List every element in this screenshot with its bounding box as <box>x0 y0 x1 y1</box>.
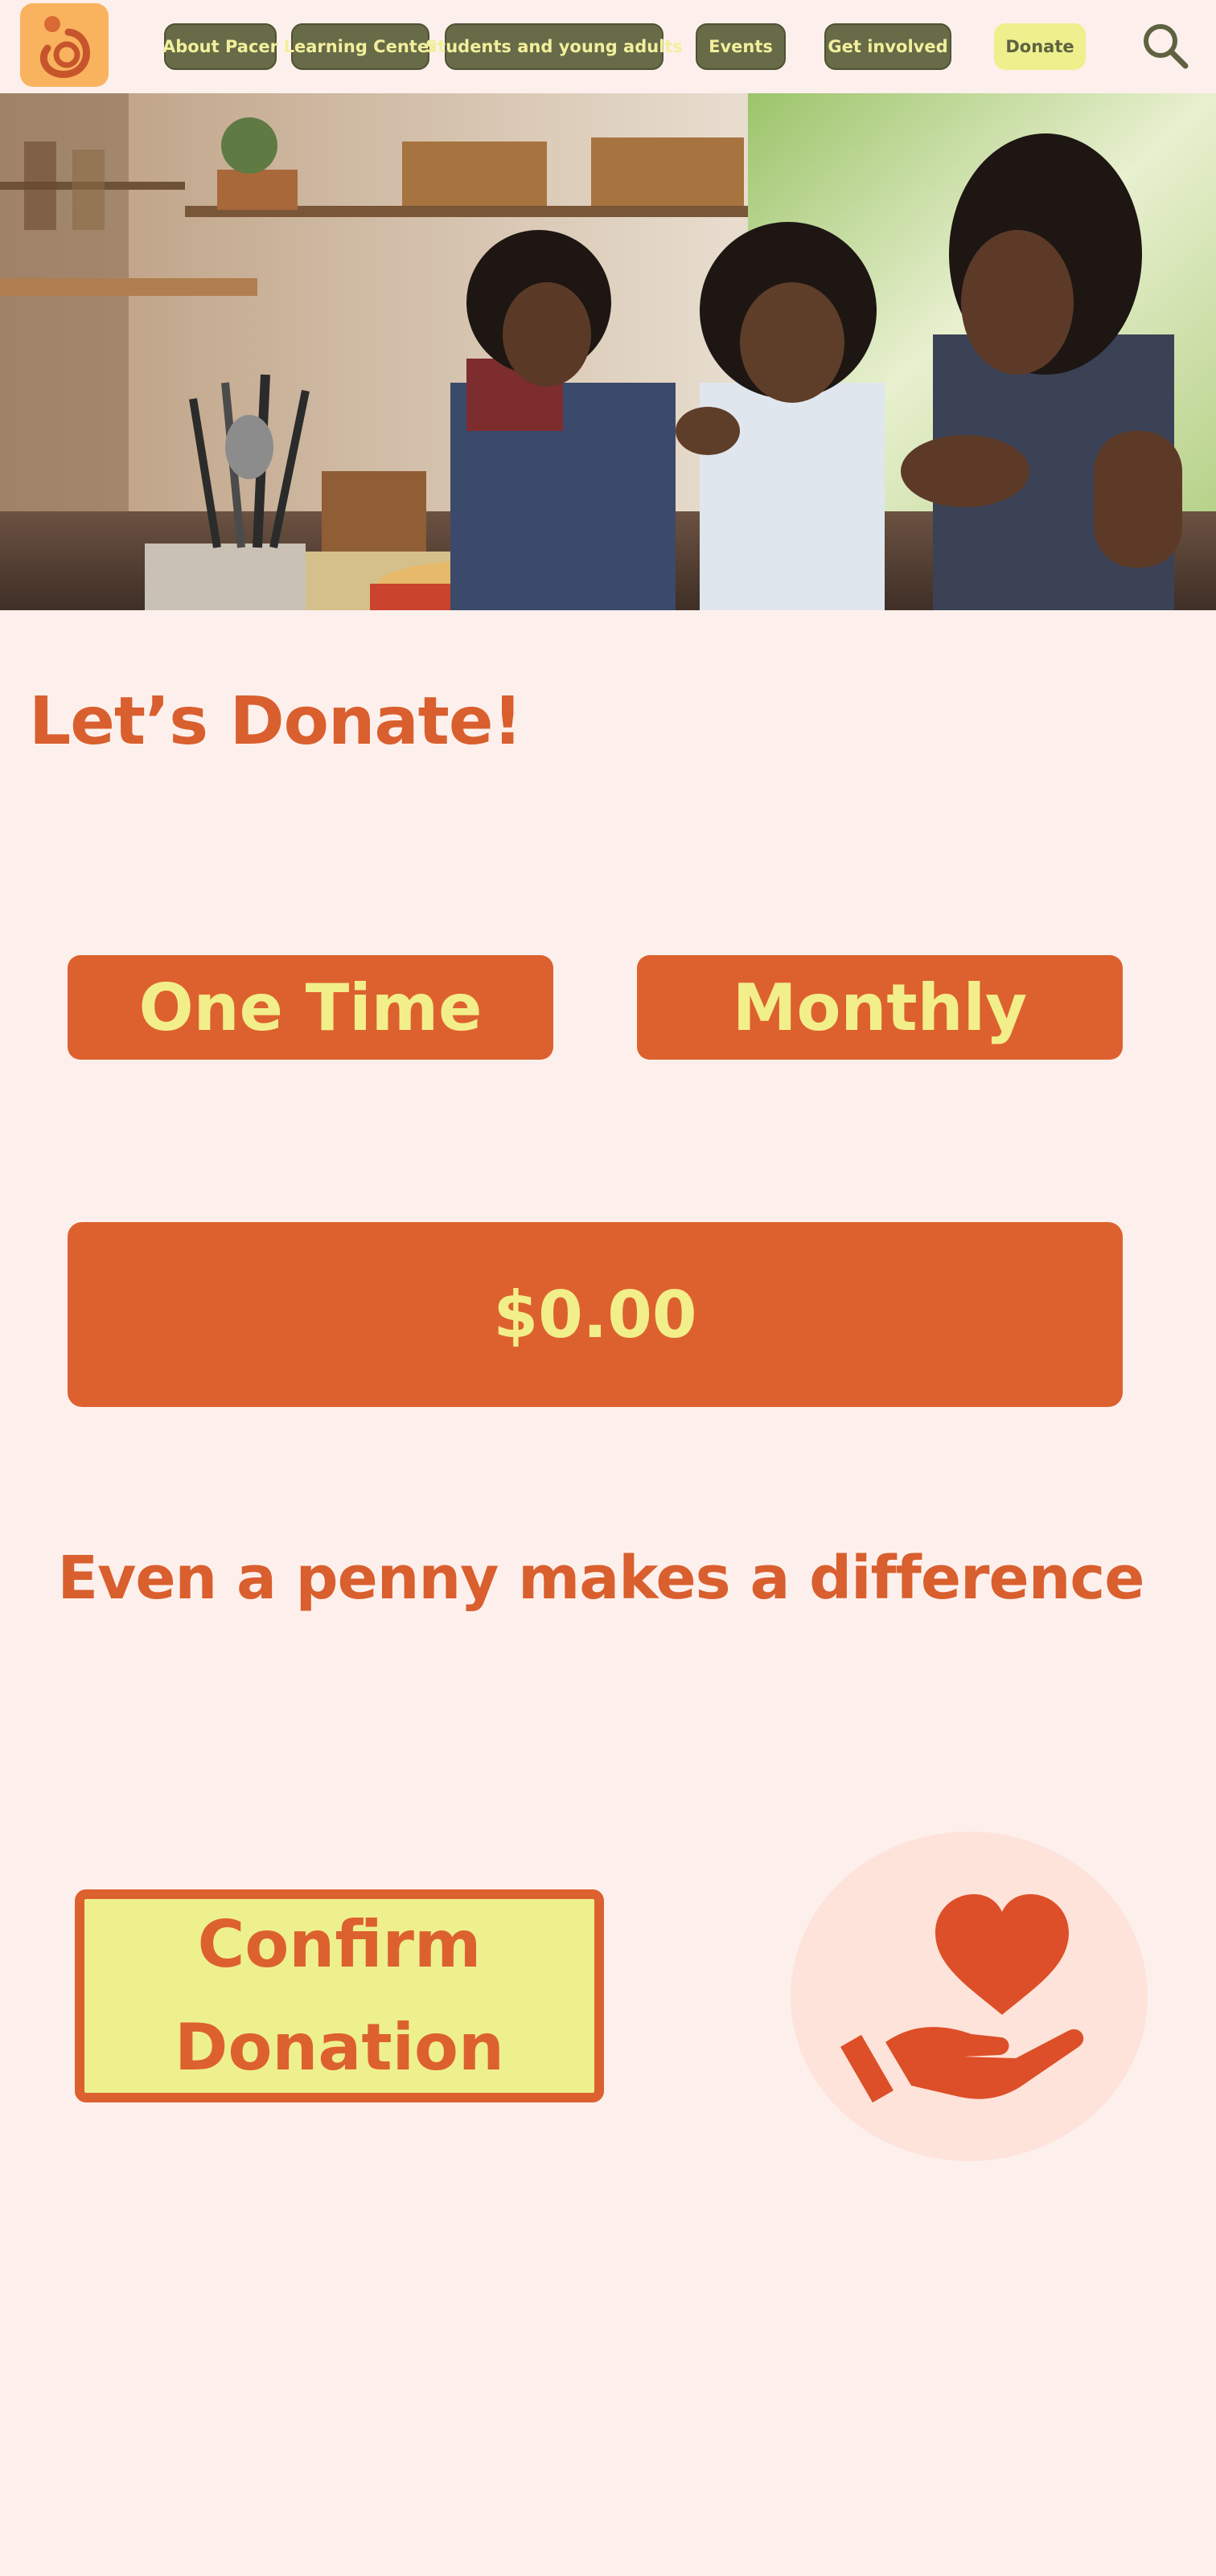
pacer-logo[interactable] <box>20 3 109 87</box>
nav-get-involved[interactable]: Get involved <box>824 23 951 70</box>
nav-events[interactable]: Events <box>696 23 786 70</box>
logo-icon <box>39 16 90 78</box>
search-button[interactable] <box>1140 21 1190 71</box>
confirm-donation-button[interactable]: Confirm Donation <box>75 1889 604 2102</box>
site-header: About Pacer Learning Center Students and… <box>0 0 1216 93</box>
tagline: Even a penny makes a difference <box>57 1544 1145 1613</box>
nav-learning-center[interactable]: Learning Center <box>284 23 437 70</box>
search-icon <box>1144 24 1189 69</box>
confirm-label-line1: Confirm <box>197 1906 482 1982</box>
confirm-label-line2: Donation <box>175 2009 504 2085</box>
hero-image <box>0 93 1216 610</box>
nav-donate[interactable]: Donate <box>994 23 1086 70</box>
donation-amount-field[interactable]: $0.00 <box>68 1222 1123 1407</box>
heart-in-hand-icon <box>791 1832 1148 2161</box>
nav-students-young-adults[interactable]: Students and young adults <box>425 23 683 70</box>
donation-illustration <box>791 1832 1148 2161</box>
one-time-button[interactable]: One Time <box>68 955 553 1060</box>
nav-about-pacer[interactable]: About Pacer <box>162 23 278 70</box>
family-cooking-photo <box>0 93 1216 610</box>
monthly-button[interactable]: Monthly <box>637 955 1123 1060</box>
page-title: Let’s Donate! <box>29 683 523 760</box>
